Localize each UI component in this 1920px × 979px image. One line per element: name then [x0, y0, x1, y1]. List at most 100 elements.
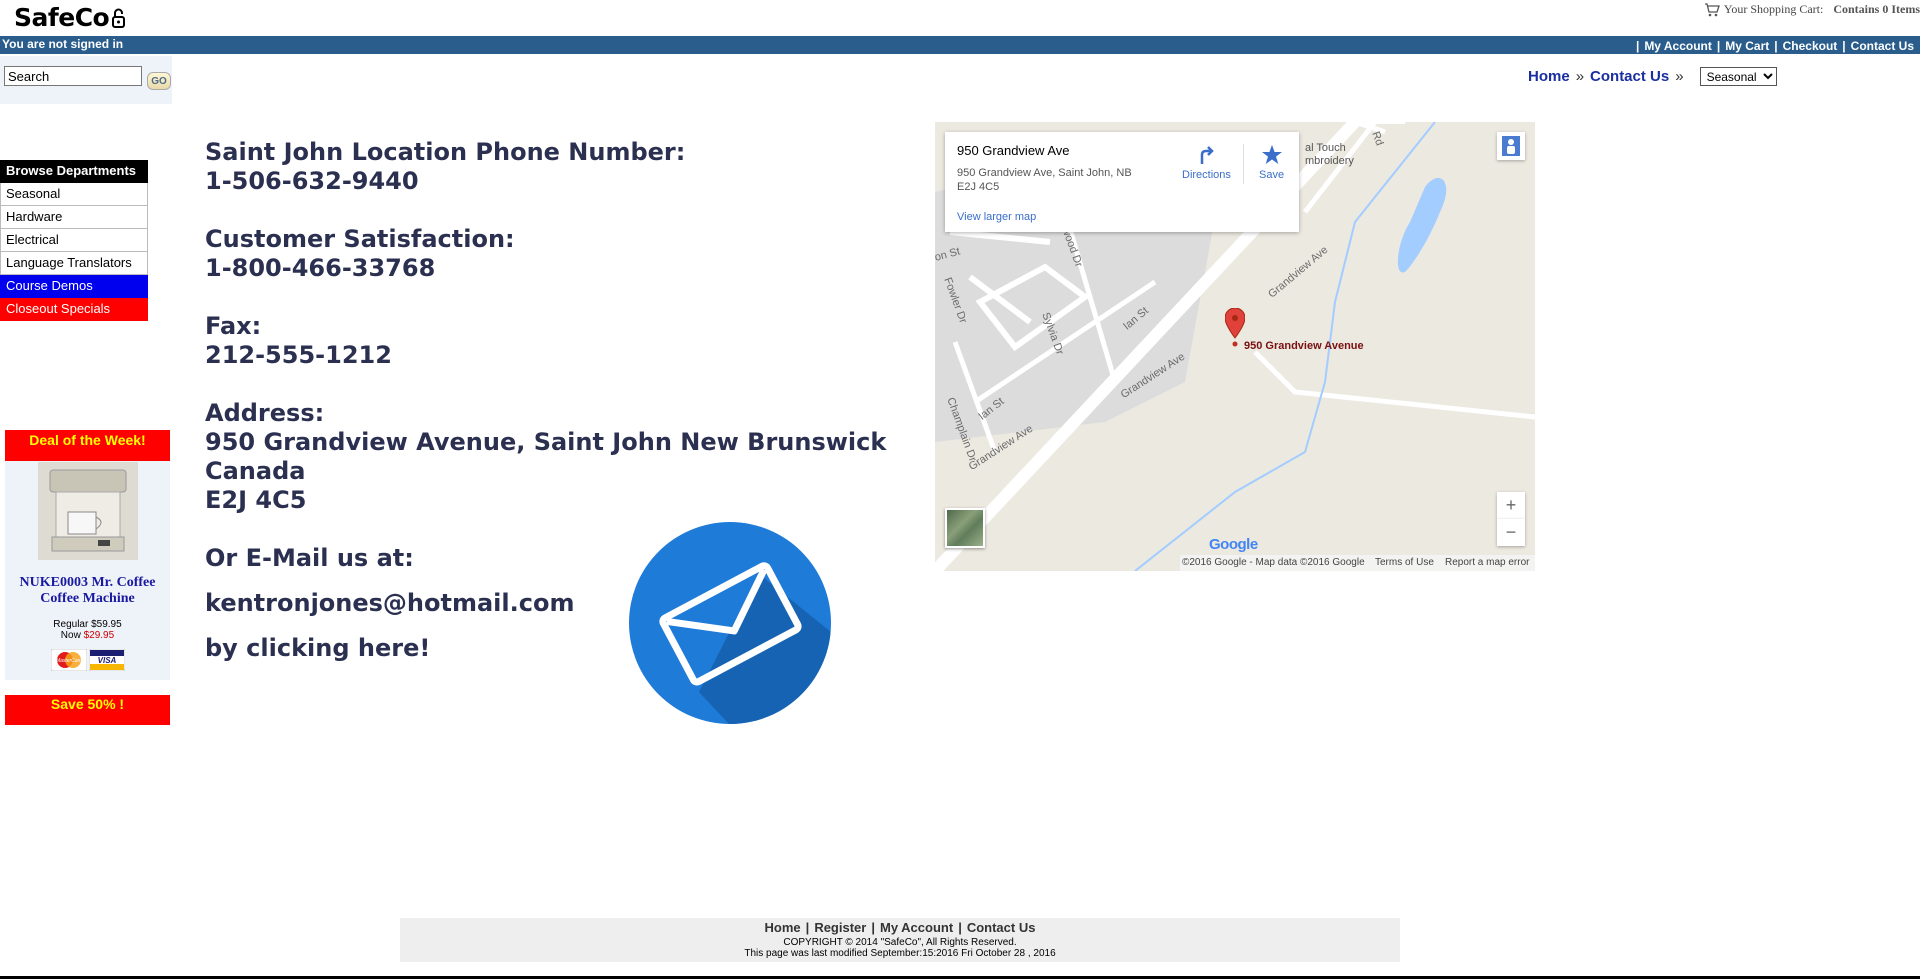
email-click-text[interactable]: by clicking here!: [205, 634, 574, 679]
footer-last-modified: This page was last modified September:15…: [744, 948, 1056, 959]
lock-icon: [112, 8, 126, 28]
zoom-in-button[interactable]: +: [1497, 492, 1525, 519]
address-label: Address:: [205, 399, 325, 427]
map-pin-label: 950 Grandview Avenue: [1244, 340, 1364, 352]
street-view-button[interactable]: [1497, 132, 1525, 160]
contact-us-link[interactable]: Contact Us: [1851, 39, 1914, 53]
dept-item-seasonal[interactable]: Seasonal: [0, 183, 148, 206]
dept-item-course-demos[interactable]: Course Demos: [0, 275, 148, 298]
logo[interactable]: SafeCo: [14, 3, 126, 32]
phone-number: 1-506-632-9440: [205, 167, 419, 195]
map-terms-link[interactable]: Terms of Use: [1375, 557, 1434, 568]
map-copyright: ©2016 Google - Map data ©2016 Google: [1182, 557, 1365, 568]
email-section: Or E-Mail us at: kentronjones@hotmail.co…: [205, 544, 574, 679]
email-address[interactable]: kentronjones@hotmail.com: [205, 589, 574, 634]
google-map[interactable]: Grandview Ave Grandview Ave Grandview Av…: [935, 122, 1535, 571]
deal-product-name[interactable]: NUKE0003 Mr. Coffee Coffee Machine: [5, 575, 170, 607]
address-line3: E2J 4C5: [205, 486, 307, 514]
map-place-address: 950 Grandview Ave, Saint John, NB E2J 4C…: [957, 167, 1132, 193]
google-logo-text: Google: [1209, 536, 1258, 553]
shopping-cart-summary[interactable]: Your Shopping Cart: Contains 0 Items: [1704, 2, 1920, 17]
coffee-machine-icon: [37, 462, 138, 560]
map-footer: ©2016 Google - Map data ©2016 Google Ter…: [935, 555, 1535, 571]
footer-register-link[interactable]: Register: [814, 920, 866, 935]
satisfaction-number: 1-800-466-33768: [205, 254, 436, 282]
contact-info: Saint John Location Phone Number: 1-506-…: [205, 138, 886, 544]
footer-contact-us-link[interactable]: Contact Us: [967, 920, 1036, 935]
star-icon: [1261, 145, 1282, 164]
deal-product-line1: NUKE0003 Mr. Coffee: [19, 575, 156, 590]
phone-block: Saint John Location Phone Number: 1-506-…: [205, 138, 886, 196]
search-input[interactable]: [4, 66, 142, 86]
footer-copyright: COPYRIGHT © 2014 "SafeCo", All Rights Re…: [783, 937, 1017, 948]
satisfaction-block: Customer Satisfaction: 1-800-466-33768: [205, 225, 886, 283]
deal-regular-price: Regular $59.95: [53, 619, 122, 630]
deal-sale-price: $29.95: [83, 630, 115, 641]
map-place-name: 950 Grandview Ave: [957, 143, 1070, 158]
satellite-toggle[interactable]: [945, 508, 985, 548]
directions-icon: [1201, 146, 1215, 164]
deal-of-the-week: Deal of the Week! NUKE0003 Mr. Coffee Co…: [5, 430, 170, 680]
breadcrumb-current[interactable]: Contact Us: [1590, 68, 1669, 85]
logo-text: SafeCo: [14, 3, 110, 32]
save-place-button[interactable]: Save: [1259, 144, 1284, 181]
dept-item-electrical[interactable]: Electrical: [0, 229, 148, 252]
deal-title: Deal of the Week!: [5, 430, 170, 461]
view-larger-map-link[interactable]: View larger map: [957, 211, 1036, 223]
email-label: Or E-Mail us at:: [205, 544, 414, 572]
address-line1: 950 Grandview Avenue, Saint John New Bru…: [205, 428, 887, 456]
browse-departments-header[interactable]: Browse Departments: [0, 160, 148, 183]
page: SafeCo Your Shopping Cart: Contains 0 It…: [0, 0, 1920, 979]
report-map-error-link[interactable]: Report a map error: [1445, 557, 1529, 568]
breadcrumb: Home » Contact Us » Seasonal: [1528, 67, 1777, 86]
top-navigation-bar: You are not signed in | My Account | My …: [0, 36, 1920, 54]
breadcrumb-separator: »: [1675, 68, 1684, 85]
dept-item-closeout-specials[interactable]: Closeout Specials: [0, 298, 148, 321]
map-pin-icon[interactable]: [1225, 308, 1245, 348]
address-block: Address: 950 Grandview Avenue, Saint Joh…: [205, 399, 886, 515]
email-envelope-icon[interactable]: [629, 522, 831, 724]
breadcrumb-separator: »: [1575, 68, 1585, 85]
save-place-label: Save: [1259, 169, 1285, 181]
deal-now-price: Now $29.95: [5, 630, 170, 641]
directions-button[interactable]: Directions: [1182, 144, 1231, 181]
fax-block: Fax: 212-555-1212: [205, 312, 886, 370]
breadcrumb-home[interactable]: Home: [1528, 68, 1570, 85]
directions-label: Directions: [1182, 169, 1231, 181]
visa-icon: VISA: [88, 649, 125, 671]
coffee-machine-image[interactable]: [37, 462, 138, 560]
deal-now-label: Now: [60, 630, 81, 641]
checkout-link[interactable]: Checkout: [1783, 39, 1838, 53]
mastercard-icon: MasterCard: [50, 649, 87, 671]
top-links: | My Account | My Cart | Checkout | Cont…: [1635, 39, 1914, 53]
department-select[interactable]: Seasonal: [1699, 67, 1777, 86]
dept-item-language-translators[interactable]: Language Translators: [0, 252, 148, 275]
my-cart-link[interactable]: My Cart: [1725, 39, 1769, 53]
department-menu: Browse Departments Seasonal Hardware Ele…: [0, 160, 148, 321]
go-button[interactable]: GO: [147, 72, 171, 90]
footer-home-link[interactable]: Home: [765, 920, 801, 935]
map-place-card: 950 Grandview Ave 950 Grandview Ave, Sai…: [945, 132, 1299, 232]
mastercard-text: MasterCard: [55, 658, 81, 664]
fax-label: Fax:: [205, 312, 262, 340]
map-poi-label: al Touch: [1305, 142, 1346, 154]
page-footer: Home | Register | My Account | Contact Us COPY…: [400, 918, 1400, 962]
deal-product-line2: Coffee Machine: [40, 591, 135, 606]
cart-count: Contains 0 Items: [1833, 2, 1920, 16]
map-card-divider: [1243, 144, 1244, 184]
google-logo: Google: [1209, 536, 1258, 553]
my-account-link[interactable]: My Account: [1644, 39, 1712, 53]
map-poi-label: mbroidery: [1305, 155, 1354, 167]
pegman-icon: [1502, 136, 1520, 156]
save-banner[interactable]: Save 50% !: [5, 695, 170, 725]
footer-links: Home | Register | My Account | Contact Us: [764, 920, 1036, 935]
address-line2: Canada: [205, 457, 306, 485]
shopping-cart-icon: [1704, 2, 1720, 16]
zoom-out-button[interactable]: −: [1497, 519, 1525, 546]
satisfaction-label: Customer Satisfaction:: [205, 225, 515, 253]
dept-item-hardware[interactable]: Hardware: [0, 206, 148, 229]
cart-label: Your Shopping Cart:: [1723, 2, 1824, 16]
phone-label: Saint John Location Phone Number:: [205, 138, 686, 166]
footer-my-account-link[interactable]: My Account: [880, 920, 953, 935]
visa-text: VISA: [97, 656, 116, 665]
